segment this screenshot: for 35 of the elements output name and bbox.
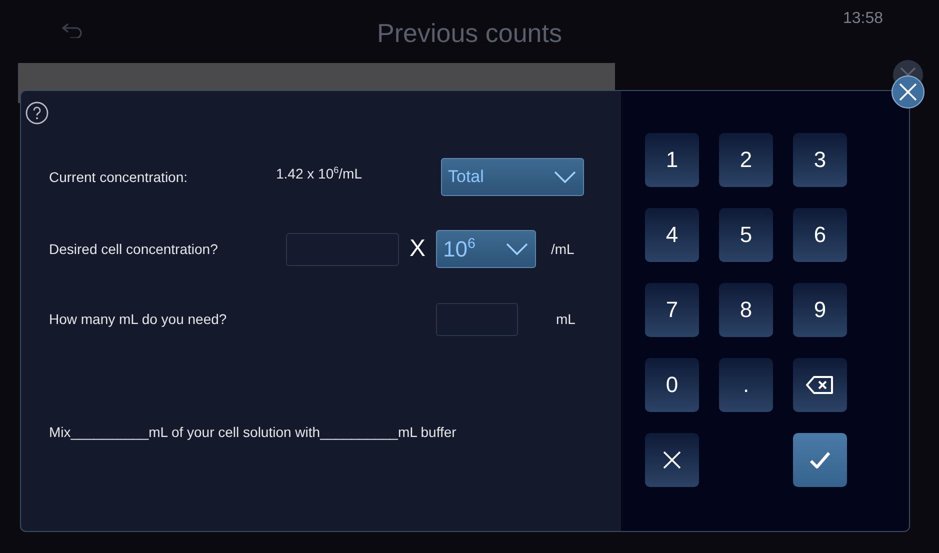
unit-label: mL — [556, 311, 576, 327]
field-label: Current concentration: — [49, 169, 189, 185]
keypad-key[interactable]: 2 — [719, 133, 773, 187]
cancel-key[interactable] — [645, 433, 699, 487]
keypad-key[interactable]: 9 — [793, 283, 847, 337]
type-dropdown[interactable]: Total — [441, 158, 584, 196]
result-sentence: Mix__________mL of your cell solution with__________mL buffer — [49, 424, 458, 440]
field-label: How many mL do you need? — [49, 311, 228, 327]
page-title: Previous counts — [376, 18, 563, 49]
keypad-key[interactable]: 8 — [719, 283, 773, 337]
clock-time: 13:58 — [842, 10, 883, 28]
input-field[interactable] — [436, 302, 518, 336]
keypad-key[interactable]: 1 — [645, 133, 699, 187]
close-icon[interactable] — [891, 75, 925, 109]
keypad-key[interactable]: 0 — [645, 358, 699, 412]
keypad-key[interactable]: 3 — [793, 133, 847, 187]
check-icon — [809, 450, 831, 470]
concentration-value: 1.42 x 10$^{6}$/mL — [276, 164, 364, 182]
keypad-key[interactable]: . — [719, 358, 773, 412]
multiply-sign: X — [408, 235, 426, 263]
chevron-down-icon — [505, 242, 529, 256]
chevron-down-icon — [553, 170, 577, 184]
backspace-key[interactable] — [793, 358, 847, 412]
input-field[interactable] — [286, 232, 399, 266]
unit-label: /mL — [551, 241, 574, 257]
backspace-icon — [806, 375, 834, 395]
help-icon[interactable] — [25, 101, 49, 125]
keypad-key[interactable]: 6 — [793, 208, 847, 262]
keypad-key[interactable]: 4 — [645, 208, 699, 262]
field-label: Desired cell concentration? — [49, 241, 219, 257]
cancel-icon — [662, 450, 682, 470]
keypad-key[interactable]: 5 — [719, 208, 773, 262]
keypad-key[interactable]: 7 — [645, 283, 699, 337]
exponent-dropdown[interactable]: 10$^{6}$ — [436, 230, 536, 268]
confirm-key[interactable] — [793, 433, 847, 487]
